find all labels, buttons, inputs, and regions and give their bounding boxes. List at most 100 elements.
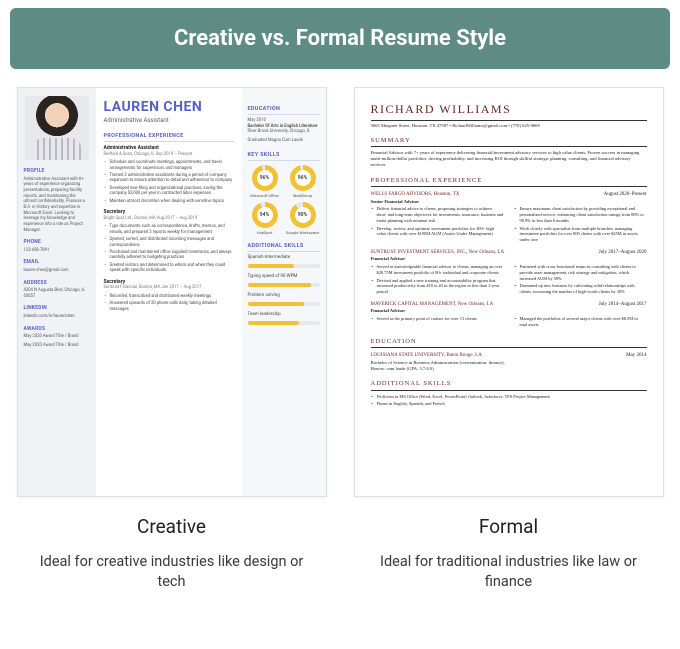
job-bullet: Schedule and coordinate meetings, appoin… [110, 160, 234, 171]
divider [371, 347, 647, 348]
job-bullet: Served as knowledgeable financial adviso… [377, 264, 504, 275]
page-title: Creative vs. Formal Resume Style [10, 8, 670, 69]
job-bullet: Answered upwards of 20 phone calls daily… [110, 301, 234, 312]
job-role: Senior Financial Advisor [371, 199, 647, 205]
donut-label: HubSpot [248, 230, 282, 235]
awards-heading: AWARDS [24, 326, 90, 333]
donut-pct: 96% [290, 165, 316, 191]
donut-label: Microsoft Office [248, 193, 282, 198]
job-bullet: Work closely with specialists from multi… [520, 226, 647, 243]
email-heading: EMAIL [24, 259, 90, 266]
skill-donut: 96%MailChimp [286, 165, 320, 198]
skill-label: Typing speed of 90 WPM [248, 274, 320, 280]
job-dates: August 2020–Present [604, 192, 647, 199]
job-dates: July 2014–August 2017 [599, 302, 647, 309]
skill-label: Spanish-Intermediate [248, 255, 320, 261]
formal-contact: 3665 Margaret Street, Houston, TX 47587 … [371, 123, 647, 129]
skill-bar [248, 264, 320, 268]
skill-bar [248, 302, 320, 306]
job-meta: Suntrust Financial, Boston, MA Jun 2017 … [104, 285, 234, 290]
formal-description: Ideal for traditional industries like la… [369, 552, 649, 593]
job-role: Financial Advisor [371, 256, 647, 262]
creative-main: LAUREN CHEN Administrative Assistant PRO… [96, 88, 242, 496]
bullet-columns: Deliver financial advice to clients, pro… [371, 206, 647, 244]
profile-text: Administrative Assistant with 6+ years o… [24, 177, 90, 234]
job-bullet: Type documents such as correspondence, d… [110, 224, 234, 235]
job-bullet: Opened, sorted, and distributed incoming… [110, 237, 234, 248]
skill-bar [248, 321, 320, 325]
job-bullet: Partnered with cross-functional teams in… [520, 264, 647, 281]
divider [371, 390, 647, 391]
avatar [25, 96, 89, 160]
formal-column: RICHARD WILLIAMS 3665 Margaret Street, H… [349, 87, 668, 593]
job-dates: July 2017–August 2020 [599, 250, 647, 257]
job-bullet: Served as the primary point of contact f… [377, 316, 504, 322]
job-bullet: Ensure maximum client satisfaction by pr… [520, 206, 647, 223]
education-heading: EDUCATION [248, 106, 320, 115]
edu-school: LOUISIANA STATE UNIVERSITY, Baton Rouge,… [371, 353, 482, 360]
divider [371, 120, 647, 121]
job-role: Financial Advisor [371, 308, 647, 314]
edu-honor: Graduated Magna Cum Laude [248, 138, 320, 144]
creative-description: Ideal for creative industries like desig… [32, 552, 312, 593]
creative-name: LAUREN CHEN [104, 98, 234, 116]
skill-bullet: Fluent in English, Spanish, and French [377, 401, 647, 407]
job-bullet: Develop, review, and optimize investment… [377, 226, 504, 237]
skill-bar [248, 283, 320, 287]
bullet-columns: Served as the primary point of contact f… [371, 316, 647, 329]
formal-resume: RICHARD WILLIAMS 3665 Margaret Street, H… [354, 87, 664, 497]
key-skills-heading: KEY SKILLS [248, 152, 320, 161]
job-company: WELLS FARGO ADVISORS, Houston, TX [371, 192, 460, 199]
job-bullet: Maintain utmost discretion when dealing … [110, 199, 234, 204]
job-bullet: Deliver financial advice to clients, pro… [377, 206, 504, 223]
donut-label: Google Workspace [286, 230, 320, 235]
linkedin-heading: LINKEDIN [24, 305, 90, 312]
formal-caption: Formal [479, 515, 538, 538]
creative-column: PROFILE Administrative Assistant with 6+… [12, 87, 331, 593]
bullet-columns: Served as knowledgeable financial adviso… [371, 264, 647, 297]
divider [371, 186, 647, 187]
donut-pct: 94% [252, 202, 278, 228]
award-2: May 2020 Award Title / Brand [24, 343, 90, 349]
job-meta: Bright Spot Ltd., Boston, MA Aug 2017 – … [104, 216, 234, 221]
skill-label: Team leadership [248, 312, 320, 318]
job-bullet: Developed new filing and organizational … [110, 186, 234, 197]
skill-bullet: Proficient in MS Office (Word, Excel, Po… [377, 394, 647, 400]
summary-text: Financial Advisor with 7+ years of exper… [371, 150, 647, 169]
additional-skills-heading: ADDITIONAL SKILLS [371, 380, 647, 388]
award-1: May 2020 Award Title / Brand [24, 334, 90, 340]
edu-date: May 2014 [626, 353, 646, 360]
job-bullet: Recorded, transcribed and distributed we… [110, 294, 234, 299]
formal-name: RICHARD WILLIAMS [371, 102, 647, 118]
donut-pct: 90% [290, 202, 316, 228]
job-bullet: Drummed up new business by cultivating s… [520, 283, 647, 294]
edu-school: River Brook University, Chicago, IL [248, 129, 320, 135]
skill-donut: 96% Microsoft Office [248, 165, 282, 198]
creative-job-title: Administrative Assistant [104, 117, 234, 125]
phone-text: 123-456-7891 [24, 248, 90, 254]
address-heading: ADDRESS [24, 280, 90, 287]
summary-heading: SUMMARY [371, 137, 647, 145]
donut-pct: 96% [252, 165, 278, 191]
linkedin-text: linkedin.com/in/laurenchen [24, 314, 90, 320]
creative-sidebar: PROFILE Administrative Assistant with 6+… [18, 88, 96, 496]
additional-skills-heading: ADDITIONAL SKILLS [248, 243, 320, 252]
creative-right-col: EDUCATION May 2016 Bachelor Of Arts in E… [242, 88, 326, 496]
experience-heading: PROFESSIONAL EXPERIENCE [104, 133, 234, 142]
comparison-row: PROFILE Administrative Assistant with 6+… [0, 69, 680, 593]
phone-heading: PHONE [24, 239, 90, 246]
creative-resume: PROFILE Administrative Assistant with 6+… [17, 87, 327, 497]
skill-donut: 90% Google Workspace [286, 202, 320, 235]
edu-honor: Honors: cum laude (GPA: 3.7/4.0) [371, 366, 647, 372]
skill-donut: 94% HubSpot [248, 202, 282, 235]
profile-heading: PROFILE [24, 168, 90, 175]
job-bullet: Devised and applied a new training and a… [377, 278, 504, 295]
job-meta: Redford & Sons, Chicago, IL Sep 2019 – P… [104, 152, 234, 157]
education-heading: EDUCATION [371, 338, 647, 346]
job-bullet: Trained 2 administrative assistants duri… [110, 173, 234, 184]
job-bullet: Managed the portfolios of several major … [520, 316, 647, 327]
donut-grid: 96% Microsoft Office 96%MailChimp 94% HubS… [248, 165, 320, 235]
skill-label: Problem solving [248, 293, 320, 299]
address-text: 4304 N Augusta Blvd, Chicago, IL 60657 [24, 288, 90, 299]
job-bullet: Greeted visitors and determined to whom … [110, 263, 234, 274]
